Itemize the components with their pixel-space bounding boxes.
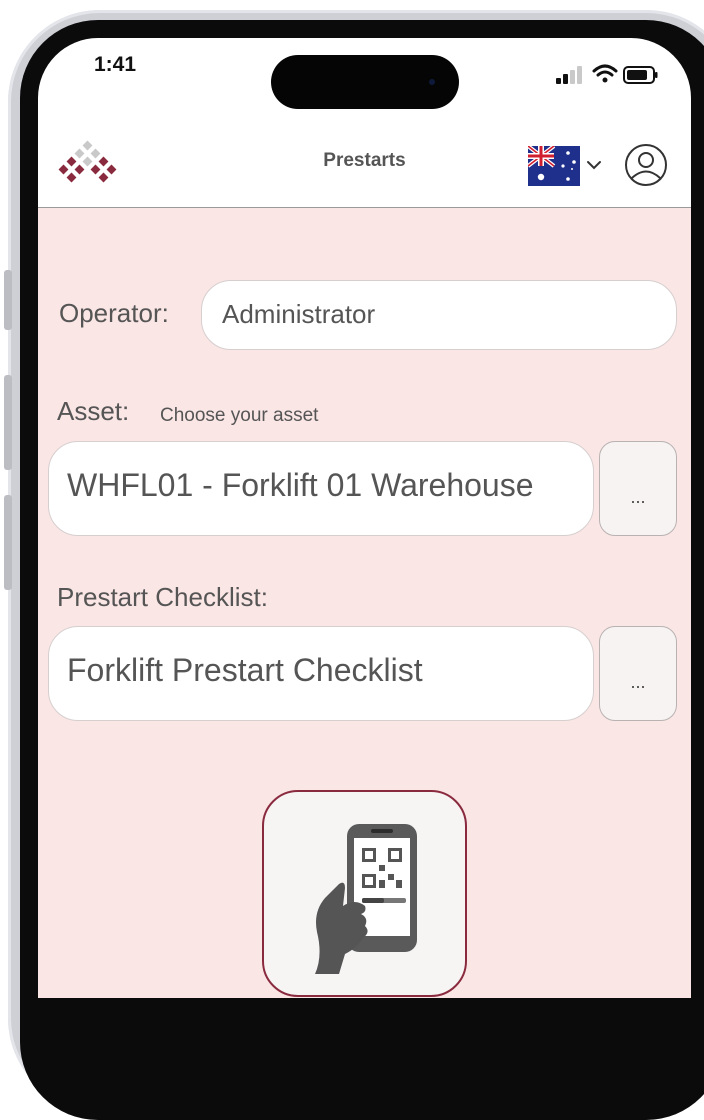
asset-hint: Choose your asset (160, 405, 319, 426)
status-icons (550, 60, 660, 90)
battery-icon (623, 66, 658, 84)
operator-label: Operator: (59, 298, 169, 328)
camera-icon (429, 79, 435, 85)
asset-field[interactable]: WHFL01 - Forklift 01 Warehouse (48, 441, 594, 536)
chevron-down-icon (586, 158, 602, 172)
checklist-picker-button[interactable]: ... (599, 626, 677, 721)
asset-picker-button[interactable]: ... (599, 441, 677, 536)
checklist-field[interactable]: Forklift Prestart Checklist (48, 626, 594, 721)
signal-icon (556, 66, 582, 84)
australia-flag-icon (526, 144, 580, 186)
phone-side-button (4, 375, 12, 470)
asset-label: Asset: (57, 396, 130, 426)
wifi-icon (592, 64, 618, 83)
scan-qr-button[interactable] (262, 790, 467, 997)
checklist-label: Prestart Checklist: (57, 582, 268, 612)
phone-side-button (4, 270, 12, 330)
qr-code-scan-icon (315, 824, 417, 974)
dynamic-island (271, 55, 459, 109)
prestart-form: Operator: Administrator Asset: Choose yo… (38, 208, 691, 998)
phone-side-button (4, 495, 12, 590)
phone-screen: 1:41 Prestarts Operator: Administrator A… (38, 38, 691, 998)
operator-field[interactable]: Administrator (201, 280, 677, 350)
app-header: Prestarts (38, 128, 691, 208)
status-time: 1:41 (94, 53, 137, 76)
user-profile-icon[interactable] (623, 142, 669, 188)
language-selector[interactable] (526, 144, 608, 188)
